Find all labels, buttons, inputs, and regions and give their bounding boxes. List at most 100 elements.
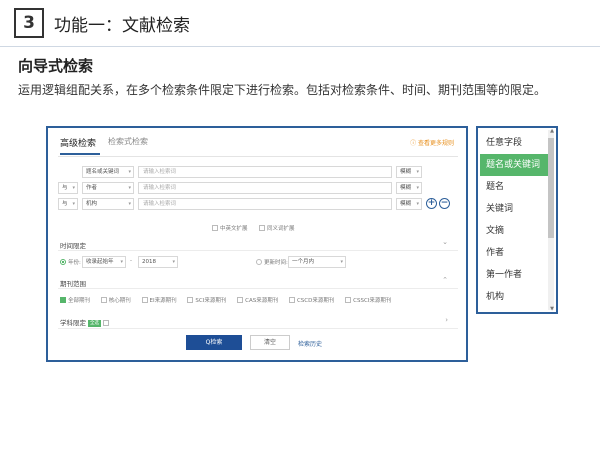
- select-all-tag[interactable]: 全选: [88, 320, 101, 327]
- divider: [58, 288, 458, 289]
- tabs-divider: [58, 156, 458, 157]
- all-journals-checkbox[interactable]: [60, 297, 66, 303]
- cssci-journals-checkbox[interactable]: [345, 297, 352, 303]
- update-select[interactable]: 一个月内 ▾: [288, 256, 346, 268]
- synonym-expand-checkbox[interactable]: [259, 225, 266, 231]
- update-label: 更新时间:: [264, 260, 288, 266]
- sci-journals-checkbox[interactable]: [187, 297, 194, 303]
- scrollbar-thumb[interactable]: [548, 138, 554, 238]
- cn-expand-checkbox[interactable]: [212, 225, 218, 231]
- field-select-3[interactable]: 机构 ▾: [82, 198, 134, 210]
- year-label: 年份:: [68, 260, 81, 266]
- chevron-down-icon: ▾: [416, 169, 419, 175]
- dropdown-item[interactable]: 题名: [480, 176, 550, 198]
- chevron-down-icon: ▾: [120, 259, 123, 265]
- dropdown-item[interactable]: 机构: [480, 286, 550, 308]
- ei-journals-checkbox[interactable]: [141, 297, 148, 303]
- search-input-3[interactable]: 请输入检索词: [138, 198, 392, 210]
- remove-row-icon[interactable]: −: [439, 198, 450, 209]
- tab-advanced-search[interactable]: 高级检索: [60, 136, 96, 149]
- active-tab-indicator: [60, 153, 100, 155]
- cas-journals-checkbox[interactable]: [237, 297, 244, 303]
- field-select-1-label: 题名或关键词: [86, 169, 120, 175]
- journal-option-label: 全部期刊: [68, 298, 91, 304]
- chevron-down-icon: ▾: [128, 185, 131, 191]
- chevron-up-icon[interactable]: ⌃: [442, 276, 448, 284]
- field-select-2[interactable]: 作者 ▾: [82, 182, 134, 194]
- dropdown-item[interactable]: 第一作者: [480, 264, 550, 286]
- field-select-2-label: 作者: [86, 185, 98, 191]
- more-rules-link[interactable]: ⓘ 查看更多规则: [410, 138, 454, 147]
- tab-expression-search[interactable]: 检索式检索: [108, 136, 148, 147]
- section-number: 3: [14, 8, 44, 38]
- scroll-down-icon[interactable]: ▼: [550, 306, 554, 312]
- core-journals-checkbox[interactable]: [100, 297, 107, 303]
- chevron-down-icon: ▾: [72, 185, 75, 191]
- year-from-label: 收录起始年: [86, 259, 114, 265]
- chevron-down-icon[interactable]: ⌄: [442, 238, 448, 246]
- chevron-down-icon: ▾: [128, 169, 131, 175]
- journal-option-label: 核心期刊: [108, 298, 131, 304]
- chevron-down-icon: ▾: [128, 201, 131, 207]
- match-select-2[interactable]: 模糊 ▾: [396, 182, 422, 194]
- search-button[interactable]: Q检索: [186, 335, 242, 350]
- subject-label-text: 学科限定: [60, 319, 86, 327]
- logic-select-2[interactable]: 与 ▾: [58, 182, 78, 194]
- divider: [58, 328, 458, 329]
- chevron-down-icon: ▾: [172, 259, 175, 265]
- journal-option-label: CAS来源期刊: [245, 298, 279, 304]
- synonym-expand-label: 同义词扩展: [267, 226, 295, 232]
- expand-options: 中英文扩展 同义词扩展: [212, 224, 295, 232]
- journal-option-label: SCI来源期刊: [195, 298, 227, 304]
- journal-option-label: EI来源期刊: [149, 298, 177, 304]
- section-description: 运用逻辑组配关系，在多个检索条件限定下进行检索。包括对检索条件、时间、期刊范围等…: [18, 83, 547, 97]
- dropdown-item-selected[interactable]: 题名或关键词: [480, 154, 550, 176]
- year-to-label: 2018: [142, 259, 156, 265]
- journal-options: 全部期刊 核心期刊 EI来源期刊 SCI来源期刊 CAS来源期刊 CSCD来源期…: [60, 296, 391, 304]
- slide-title: 功能一：文献检索: [54, 16, 190, 36]
- update-select-label: 一个月内: [292, 259, 315, 265]
- section-subtitle: 向导式检索: [18, 57, 94, 75]
- field-select-3-label: 机构: [86, 201, 98, 207]
- chevron-down-icon: ▾: [340, 259, 343, 265]
- match-select-1[interactable]: 模糊 ▾: [396, 166, 422, 178]
- dropdown-item[interactable]: 任意字段: [480, 132, 550, 154]
- journal-scope-label: 期刊范围: [60, 280, 86, 288]
- divider: [58, 250, 458, 251]
- cscd-journals-checkbox[interactable]: [288, 297, 295, 303]
- subject-limit-label: 学科限定 全选: [60, 317, 111, 327]
- chevron-down-icon: ▾: [416, 201, 419, 207]
- update-radio[interactable]: [256, 259, 262, 265]
- search-input-1[interactable]: 请输入检索词: [138, 166, 392, 178]
- field-select-1[interactable]: 题名或关键词 ▾: [82, 166, 134, 178]
- dropdown-item[interactable]: 关键词: [480, 198, 550, 220]
- dropdown-item[interactable]: 文摘: [480, 220, 550, 242]
- field-dropdown-list: 任意字段 题名或关键词 题名 关键词 文摘 作者 第一作者 机构 ▲ ▼: [476, 126, 558, 314]
- cn-expand-label: 中英文扩展: [220, 226, 248, 232]
- header-divider: [0, 46, 600, 47]
- logic-select-3[interactable]: 与 ▾: [58, 198, 78, 210]
- year-from-select[interactable]: 收录起始年 ▾: [82, 256, 126, 268]
- year-radio[interactable]: [60, 259, 66, 265]
- scroll-up-icon[interactable]: ▲: [550, 128, 554, 134]
- logic-select-3-label: 与: [62, 201, 68, 207]
- advanced-search-panel: 高级检索 检索式检索 ⓘ 查看更多规则 题名或关键词 ▾ 请输入检索词 模糊 ▾ 与…: [46, 126, 468, 362]
- dropdown-item[interactable]: 作者: [480, 242, 550, 264]
- search-history-link[interactable]: 检索历史: [298, 339, 322, 348]
- clear-button[interactable]: 清空: [250, 335, 290, 350]
- chevron-down-icon: ▾: [72, 201, 75, 207]
- match-select-2-label: 模糊: [400, 185, 412, 191]
- time-limit-label: 时间限定: [60, 242, 86, 250]
- match-select-1-label: 模糊: [400, 169, 412, 175]
- search-input-2[interactable]: 请输入检索词: [138, 182, 392, 194]
- match-select-3[interactable]: 模糊 ▾: [396, 198, 422, 210]
- add-row-icon[interactable]: +: [426, 198, 437, 209]
- chevron-right-icon[interactable]: ›: [445, 316, 448, 324]
- year-to-select[interactable]: 2018 ▾: [138, 256, 178, 268]
- update-option[interactable]: 更新时间:: [256, 258, 288, 266]
- subject-checkbox[interactable]: [103, 320, 109, 326]
- logic-select-2-label: 与: [62, 185, 68, 191]
- year-option[interactable]: 年份:: [60, 258, 81, 266]
- match-select-3-label: 模糊: [400, 201, 412, 207]
- slide-header: 3 功能一：文献检索: [0, 0, 600, 46]
